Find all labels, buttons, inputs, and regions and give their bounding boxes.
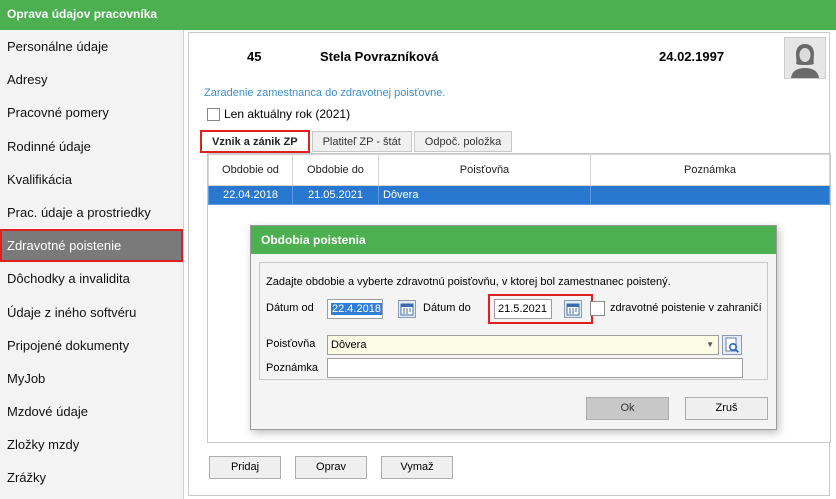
date-from-label: Dátum od — [266, 302, 314, 314]
date-from-value: 22.4.2018 — [331, 303, 382, 315]
table-row[interactable]: 22.04.2018 21.05.2021 Dôvera — [208, 185, 830, 205]
current-year-filter[interactable]: Len aktuálny rok (2021) — [207, 107, 350, 121]
sidebar-item-prac-udaje[interactable]: Prac. údaje a prostriedky — [0, 196, 183, 229]
insurer-lookup-button[interactable] — [722, 335, 742, 355]
date-to-label: Dátum do — [423, 302, 471, 314]
insurer-value: Dôvera — [331, 339, 367, 351]
date-to-field[interactable]: 21.5.2021 — [494, 299, 552, 319]
current-year-checkbox[interactable] — [207, 107, 220, 121]
cell-note — [590, 185, 830, 205]
sidebar-item-rodinne-udaje[interactable]: Rodinné údaje — [0, 130, 183, 163]
note-label: Poznámka — [266, 362, 318, 374]
sidebar-item-mzdove-udaje[interactable]: Mzdové údaje — [0, 395, 183, 428]
edit-button[interactable]: Oprav — [295, 456, 367, 479]
date-to-value: 21.5.2021 — [498, 303, 547, 315]
cell-insurer: Dôvera — [378, 185, 591, 205]
insurance-period-dialog: Obdobia poistenia Zadajte obdobie a vybe… — [250, 225, 777, 430]
dialog-instruction: Zadajte obdobie a vyberte zdravotnú pois… — [266, 276, 671, 288]
add-button[interactable]: Pridaj — [209, 456, 281, 479]
delete-button[interactable]: Vymaž — [381, 456, 453, 479]
column-header-poistovna[interactable]: Poisťovňa — [378, 154, 591, 186]
employee-birth-date: 24.02.1997 — [659, 49, 725, 64]
note-field[interactable] — [327, 358, 743, 378]
tab-odpoc-polozka[interactable]: Odpoč. položka — [413, 131, 513, 152]
sidebar-item-personalne-udaje[interactable]: Personálne údaje — [0, 30, 183, 63]
sidebar-item-kvalifikacia[interactable]: Kvalifikácia — [0, 163, 183, 196]
section-subtitle: Zaradenie zamestnanca do zdravotnej pois… — [204, 87, 446, 99]
insurer-select[interactable]: Dôvera ▼ — [327, 335, 719, 355]
cell-to: 21.05.2021 — [292, 185, 379, 205]
sidebar-item-dochodky[interactable]: Dôchodky a invalidita — [0, 262, 183, 295]
calendar-icon — [400, 303, 414, 316]
table-header-row: Obdobie od Obdobie do Poisťovňa Poznámka — [208, 154, 830, 186]
insurance-table: Obdobie od Obdobie do Poisťovňa Poznámka… — [208, 154, 830, 205]
date-from-calendar-button[interactable] — [398, 300, 416, 318]
ok-button[interactable]: Ok — [586, 397, 669, 420]
column-header-poznamka[interactable]: Poznámka — [590, 154, 830, 186]
sidebar-item-pracovne-pomery[interactable]: Pracovné pomery — [0, 96, 183, 129]
window-title: Oprava údajov pracovníka — [0, 0, 836, 30]
sidebar: Personálne údaje Adresy Pracovné pomery … — [0, 30, 184, 499]
sidebar-item-adresy[interactable]: Adresy — [0, 63, 183, 96]
calendar-icon — [566, 303, 580, 316]
employee-name: Stela Povrazníková — [320, 49, 439, 64]
tab-platitel-zp-stat[interactable]: Platiteľ ZP - štát — [311, 131, 412, 152]
sidebar-item-zlozky-mzdy[interactable]: Zložky mzdy — [0, 428, 183, 461]
column-header-obdobie-od[interactable]: Obdobie od — [208, 154, 293, 186]
insurer-label: Poisťovňa — [266, 338, 316, 350]
cancel-button[interactable]: Zruš — [685, 397, 768, 420]
current-year-checkbox-label: Len aktuálny rok (2021) — [224, 107, 351, 121]
dialog-title: Obdobia poistenia — [251, 226, 776, 254]
person-silhouette-icon — [785, 38, 825, 78]
abroad-label: zdravotné poistenie v zahraničí — [610, 302, 762, 314]
date-to-calendar-button[interactable] — [564, 300, 582, 318]
column-header-obdobie-do[interactable]: Obdobie do — [292, 154, 379, 186]
action-buttons: Pridaj Oprav Vymaž — [209, 456, 467, 479]
avatar — [784, 37, 826, 79]
abroad-checkbox[interactable] — [590, 301, 605, 316]
sidebar-item-zrazky[interactable]: Zrážky — [0, 461, 183, 494]
tab-bar: Vznik a zánik ZP Platiteľ ZP - štát Odpo… — [200, 130, 514, 153]
sidebar-item-myjob[interactable]: MyJob — [0, 362, 183, 395]
dialog-form: Zadajte obdobie a vyberte zdravotnú pois… — [259, 262, 768, 380]
date-from-field[interactable]: 22.4.2018 — [327, 299, 383, 319]
sidebar-item-udaje-z-ineho-softveru[interactable]: Údaje z iného softvéru — [0, 296, 183, 329]
sidebar-item-zdravotne-poistenie[interactable]: Zdravotné poistenie — [0, 229, 183, 263]
tab-vznik-a-zanik-zp[interactable]: Vznik a zánik ZP — [200, 130, 310, 153]
cell-from: 22.04.2018 — [208, 185, 293, 205]
employee-id: 45 — [247, 49, 262, 64]
lookup-icon — [725, 337, 739, 353]
chevron-down-icon: ▼ — [706, 340, 714, 349]
sidebar-item-pripojene-dokumenty[interactable]: Pripojené dokumenty — [0, 329, 183, 362]
